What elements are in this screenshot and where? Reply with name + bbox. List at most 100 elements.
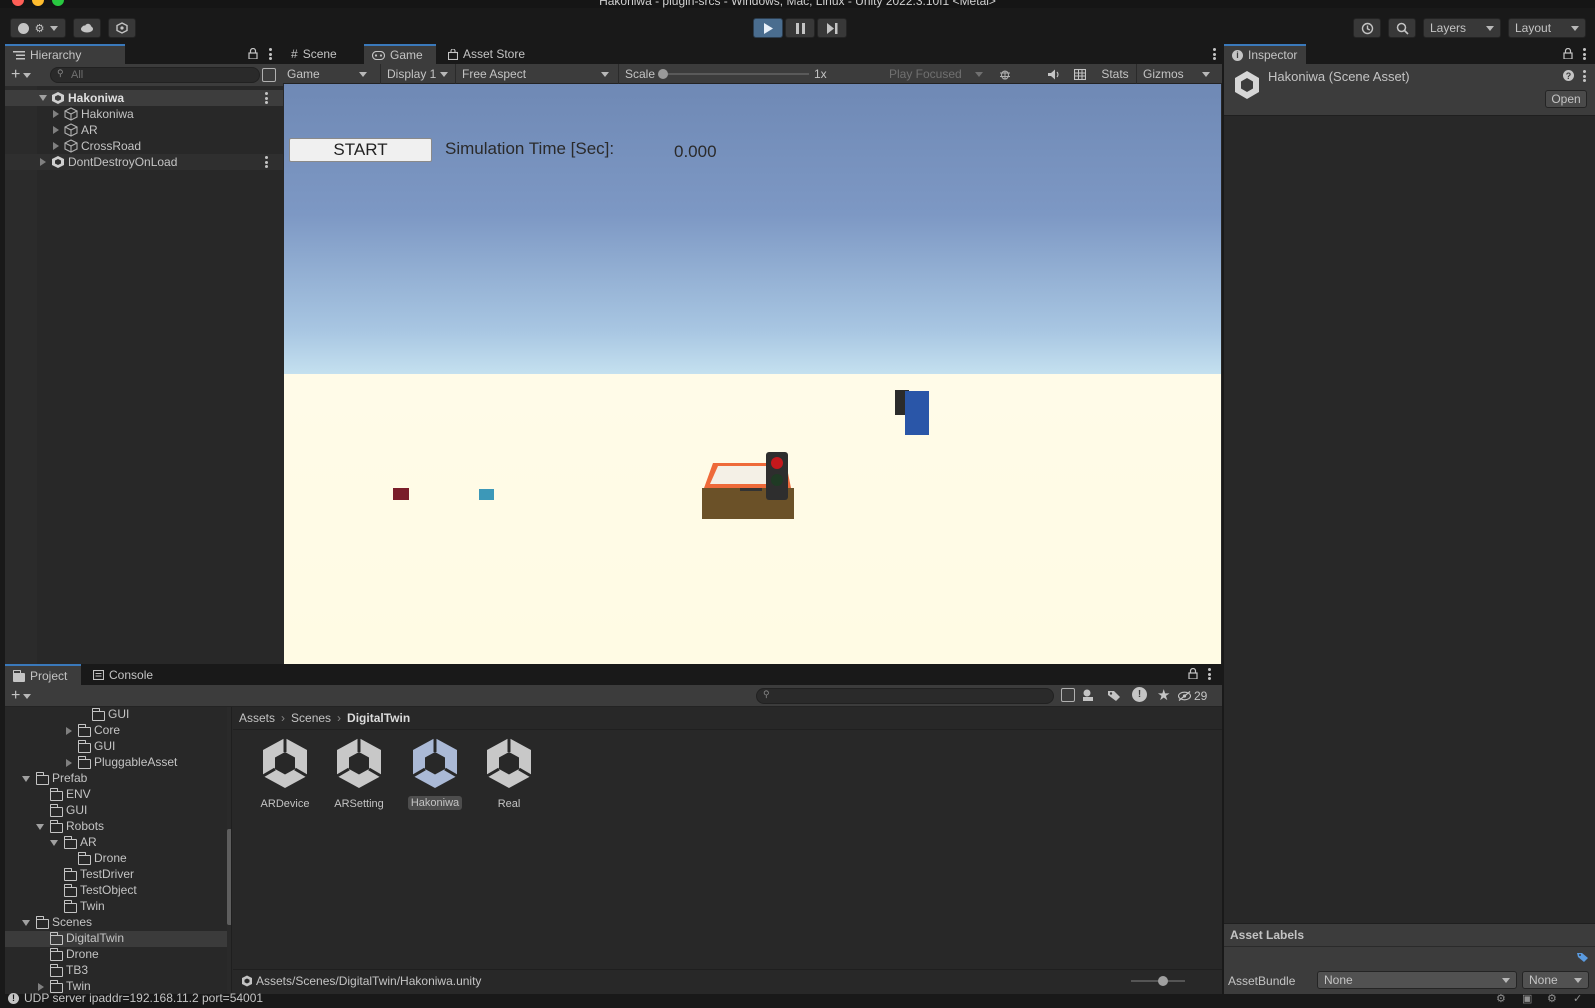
more-options-icon[interactable] — [265, 92, 268, 104]
display-dropdown[interactable]: Display 1 — [380, 64, 454, 84]
more-options-icon[interactable] — [265, 156, 268, 168]
fold-closed-icon[interactable] — [40, 158, 46, 166]
tab-game[interactable]: Game — [364, 44, 436, 64]
fold-closed-icon[interactable] — [53, 142, 59, 150]
tab-console[interactable]: Console — [85, 664, 163, 685]
cache-server-icon[interactable]: ▣ — [1522, 992, 1532, 1005]
folder-row[interactable]: Core — [5, 723, 227, 739]
assetbundle-variant-dropdown[interactable]: None — [1522, 971, 1589, 989]
folder-row[interactable]: TestObject — [5, 883, 227, 899]
fold-open-icon[interactable] — [22, 776, 30, 782]
mute-audio-button[interactable] — [1043, 64, 1065, 84]
fold-open-icon[interactable] — [22, 920, 30, 926]
tab-inspector[interactable]: i Inspector — [1224, 44, 1306, 64]
more-options-icon[interactable] — [1583, 70, 1586, 82]
folder-row[interactable]: Scenes — [5, 915, 227, 931]
history-button[interactable] — [1353, 18, 1381, 38]
asset-item[interactable]: ARDevice — [255, 736, 315, 818]
tab-scene[interactable]: # Scene — [283, 44, 361, 64]
gizmos-dropdown[interactable]: Gizmos — [1136, 64, 1216, 84]
search-filter-icon[interactable] — [1081, 688, 1095, 702]
stats-button[interactable]: Stats — [1097, 64, 1133, 84]
hierarchy-row-crossroad[interactable]: CrossRoad — [5, 138, 283, 154]
fold-closed-icon[interactable] — [53, 126, 59, 134]
tab-hierarchy[interactable]: Hierarchy — [5, 44, 125, 64]
folder-row[interactable]: Twin — [5, 899, 227, 915]
game-mode-dropdown[interactable]: Game — [287, 64, 373, 84]
create-dropdown[interactable]: + — [11, 688, 39, 704]
folder-row[interactable]: GUI — [5, 707, 227, 723]
open-button[interactable]: Open — [1545, 90, 1587, 108]
start-button[interactable]: START — [289, 138, 432, 162]
tag-icon[interactable] — [1577, 951, 1589, 962]
layout-dropdown[interactable]: Layout — [1508, 18, 1586, 38]
fold-closed-icon[interactable] — [66, 727, 72, 735]
asset-item-selected[interactable]: Hakoniwa — [405, 736, 465, 818]
status-message[interactable]: UDP server ipaddr=192.168.11.2 port=5400… — [24, 991, 263, 1005]
hierarchy-search-input[interactable]: ⚲ All — [50, 67, 260, 83]
fold-closed-icon[interactable] — [38, 983, 44, 991]
hidden-packages-toggle[interactable]: 29 — [1178, 688, 1207, 704]
fold-closed-icon[interactable] — [53, 110, 59, 118]
debug-mode-icon[interactable]: ⚙ — [1547, 992, 1557, 1005]
folder-row-selected[interactable]: DigitalTwin — [5, 931, 227, 947]
project-search-input[interactable]: ⚲ — [756, 688, 1054, 704]
folder-row[interactable]: AR — [5, 835, 227, 851]
auto-generate-lighting-icon[interactable]: ⚙ — [1496, 992, 1506, 1005]
tree-scrollbar[interactable] — [227, 707, 231, 994]
folder-row[interactable]: Prefab — [5, 771, 227, 787]
collab-button[interactable] — [108, 18, 136, 38]
folder-row[interactable]: Drone — [5, 851, 227, 867]
breadcrumb-scenes[interactable]: Scenes — [291, 711, 331, 725]
tab-asset-store[interactable]: Asset Store — [440, 44, 540, 64]
help-icon[interactable]: ? — [1563, 70, 1574, 81]
lock-icon[interactable] — [1563, 48, 1573, 59]
lock-icon[interactable] — [1188, 668, 1198, 679]
fold-closed-icon[interactable] — [66, 759, 72, 767]
scale-slider-track[interactable] — [661, 73, 809, 75]
play-focused-dropdown[interactable]: Play Focused — [883, 64, 989, 84]
favorite-star-icon[interactable]: ★ — [1157, 686, 1170, 704]
progress-check-icon[interactable]: ✓ — [1573, 992, 1582, 1005]
folder-row[interactable]: ENV — [5, 787, 227, 803]
stats-grid-button[interactable] — [1069, 64, 1091, 84]
asset-item[interactable]: Real — [479, 736, 539, 818]
lock-icon[interactable] — [248, 48, 258, 59]
folder-row[interactable]: Robots — [5, 819, 227, 835]
folder-row[interactable]: GUI — [5, 739, 227, 755]
folder-row[interactable]: GUI — [5, 803, 227, 819]
hierarchy-row-ar[interactable]: AR — [5, 122, 283, 138]
breadcrumb-assets[interactable]: Assets — [239, 711, 275, 725]
scene-visibility-icon[interactable] — [262, 68, 276, 82]
create-dropdown[interactable]: + — [11, 67, 39, 83]
step-button[interactable] — [817, 18, 847, 38]
breadcrumb-current[interactable]: DigitalTwin — [347, 711, 410, 725]
game-view[interactable]: START Simulation Time [Sec]: 0.000 — [284, 84, 1221, 664]
search-button[interactable] — [1388, 18, 1416, 38]
more-options-icon[interactable] — [1213, 48, 1216, 60]
icon-size-slider-handle[interactable] — [1158, 976, 1168, 986]
search-by-type-icon[interactable] — [1061, 688, 1075, 702]
asset-item[interactable]: ARSetting — [329, 736, 389, 818]
tree-scrollbar-thumb[interactable] — [227, 829, 231, 925]
bug-button[interactable] — [995, 64, 1015, 84]
assetbundle-dropdown[interactable]: None — [1317, 971, 1517, 989]
layers-dropdown[interactable]: Layers — [1423, 18, 1501, 38]
more-options-icon[interactable] — [1208, 668, 1211, 680]
account-dropdown[interactable]: ⚙ — [10, 18, 66, 38]
tab-project[interactable]: Project — [5, 664, 81, 685]
folder-row[interactable]: PluggableAsset — [5, 755, 227, 771]
fold-open-icon[interactable] — [50, 840, 58, 846]
aspect-dropdown[interactable]: Free Aspect — [455, 64, 615, 84]
more-options-icon[interactable] — [269, 48, 272, 60]
more-options-icon[interactable] — [1583, 48, 1586, 60]
alert-filter-icon[interactable]: ! — [1132, 687, 1147, 702]
fold-open-icon[interactable] — [36, 824, 44, 830]
hierarchy-row-hakoniwa-scene[interactable]: Hakoniwa — [5, 90, 283, 106]
folder-row[interactable]: TestDriver — [5, 867, 227, 883]
folder-row[interactable]: Drone — [5, 947, 227, 963]
hierarchy-row-dontdestroyonload[interactable]: DontDestroyOnLoad — [5, 154, 283, 170]
play-button[interactable] — [753, 18, 783, 38]
fold-open-icon[interactable] — [39, 95, 47, 101]
scale-slider-handle[interactable] — [658, 69, 668, 79]
